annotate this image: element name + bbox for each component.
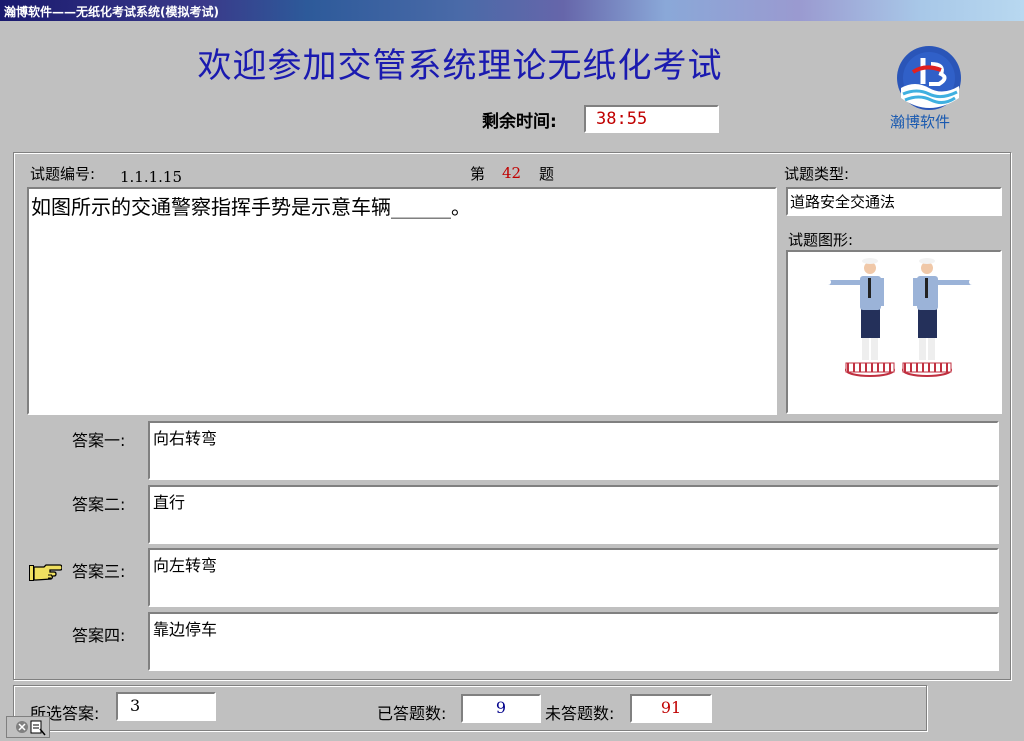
question-number: 42 (502, 164, 522, 182)
taskbar-button[interactable] (6, 716, 50, 738)
answer-3-label: 答案三: (72, 562, 126, 581)
question-text: 如图所示的交通警察指挥手势是示意车辆______。 (31, 195, 471, 219)
window-title: 瀚博软件——无纸化考试系统(模拟考试) (4, 5, 219, 19)
unanswered-count-label: 未答题数: (545, 704, 615, 723)
selected-answer-field: 3 (116, 692, 216, 721)
page-heading: 欢迎参加交管系统理论无纸化考试 (197, 46, 723, 86)
answer-2-option[interactable]: 直行 (148, 485, 999, 544)
question-number-suffix: 题 (539, 165, 555, 183)
answer-4-label: 答案四: (72, 626, 126, 645)
question-id-value: 1.1.1.15 (120, 168, 183, 186)
answer-2-label: 答案二: (72, 495, 126, 514)
logo-text: 瀚博软件 (890, 113, 951, 131)
selected-answer-value: 3 (130, 696, 141, 715)
question-type-value: 道路安全交通法 (790, 193, 896, 211)
question-figure-label: 试题图形: (788, 231, 854, 249)
timer-display: 38:55 (584, 105, 719, 133)
answered-count-field: 9 (461, 694, 541, 723)
question-type-field: 道路安全交通法 (786, 187, 1002, 216)
answer-4-option[interactable]: 靠边停车 (148, 612, 999, 671)
answer-1-text: 向右转弯 (153, 429, 218, 448)
question-number-prefix: 第 (470, 165, 486, 183)
answer-4-text: 靠边停车 (153, 620, 218, 639)
title-bar: 瀚博软件——无纸化考试系统(模拟考试) (0, 0, 1024, 21)
answered-count-label: 已答题数: (377, 704, 447, 723)
timer-value: 38:55 (596, 109, 648, 129)
pointing-hand-icon (28, 562, 63, 584)
timer-label: 剩余时间: (482, 112, 557, 132)
question-type-label: 试题类型: (784, 165, 850, 183)
unanswered-count-value: 91 (660, 698, 682, 717)
question-id-label: 试题编号: (30, 165, 96, 183)
answer-3-text: 向左转弯 (153, 556, 218, 575)
answer-1-option[interactable]: 向右转弯 (148, 421, 999, 480)
question-text-box: 如图所示的交通警察指挥手势是示意车辆______。 (27, 187, 777, 415)
question-figure (786, 250, 1002, 414)
answer-1-label: 答案一: (72, 431, 126, 450)
traffic-police-gesture-image (825, 258, 975, 377)
answered-count-value: 9 (495, 698, 507, 717)
unanswered-count-field: 91 (630, 694, 712, 723)
answer-3-option[interactable]: 向左转弯 (148, 548, 999, 607)
answer-2-text: 直行 (153, 493, 186, 512)
